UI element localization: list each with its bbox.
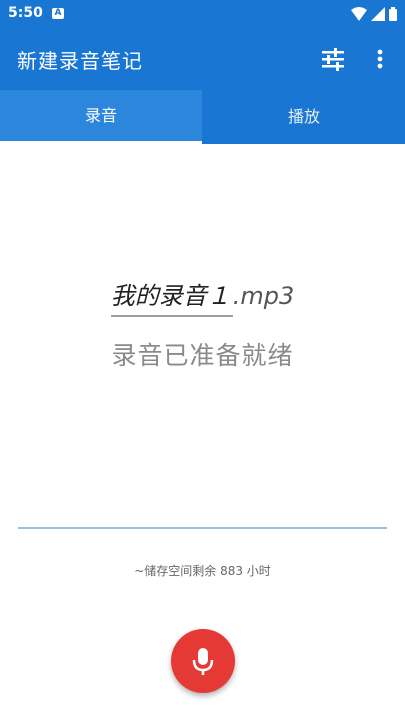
settings-tune-button[interactable]: [318, 44, 348, 74]
app-bar: 新建录音笔记: [0, 28, 405, 90]
filename-row: 我的录音１.mp3: [0, 276, 405, 317]
more-vert-icon: [377, 49, 383, 69]
tab-playback[interactable]: 播放: [203, 90, 405, 144]
more-options-button[interactable]: [366, 44, 394, 74]
status-icons: [351, 6, 397, 22]
filename-extension: .mp3: [232, 282, 295, 310]
microphone-icon: [192, 648, 214, 675]
page-title: 新建录音笔记: [17, 49, 143, 73]
battery-icon: [389, 7, 397, 21]
signal-icon: [371, 7, 385, 21]
status-time: 5:50: [8, 5, 43, 21]
recording-status: 录音已准备就绪: [111, 341, 294, 370]
audio-level-line: [18, 527, 387, 529]
status-bar: 5:50 A: [0, 0, 405, 28]
wifi-icon: [351, 7, 367, 21]
recorder-panel: 我的录音１.mp3 录音已准备就绪 ~储存空间剩余 883 小时: [0, 144, 405, 720]
notification-a-icon: A: [52, 8, 64, 19]
filename-input[interactable]: 我的录音１: [110, 276, 233, 317]
tune-icon: [322, 48, 344, 71]
tab-record[interactable]: 录音: [0, 90, 202, 144]
storage-remaining: ~储存空间剩余 883 小时: [134, 564, 271, 578]
record-button[interactable]: [171, 629, 235, 693]
tab-bar: 录音 播放: [0, 90, 405, 144]
